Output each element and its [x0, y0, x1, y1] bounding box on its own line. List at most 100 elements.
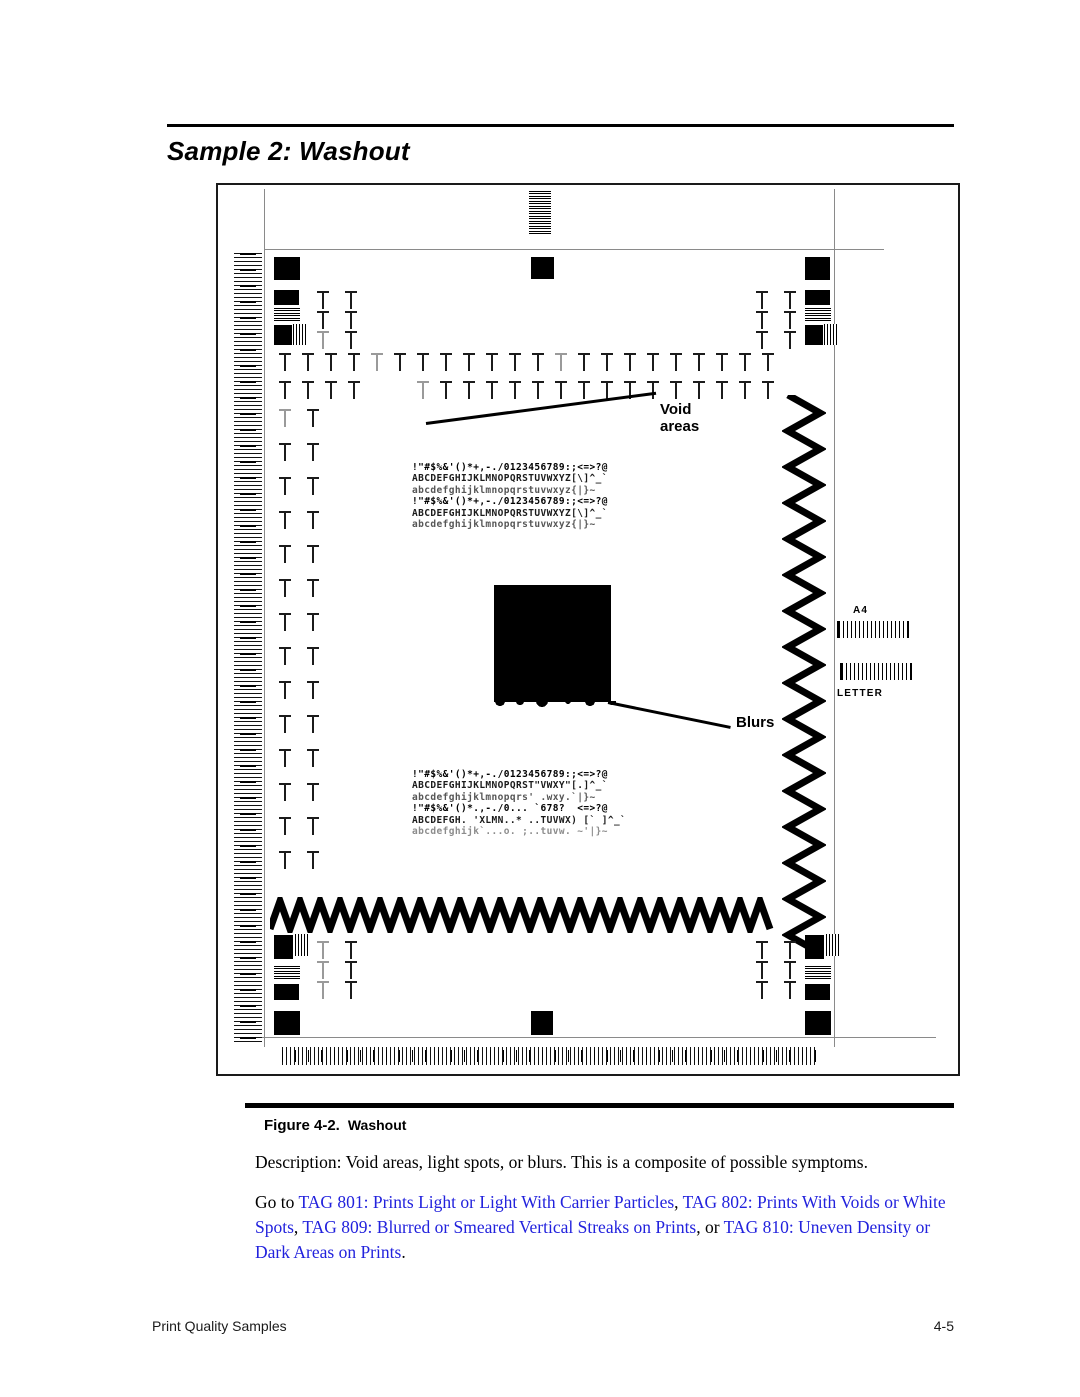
- tag-link-809[interactable]: TAG 809: Blurred or Smeared Vertical Str…: [302, 1217, 696, 1237]
- t-mark: [784, 981, 796, 999]
- t-mark: [307, 443, 319, 461]
- t-mark: [693, 381, 705, 399]
- t-mark: [784, 291, 796, 309]
- t-mark: [279, 409, 291, 427]
- blur-smear-edge: [494, 701, 619, 711]
- t-mark-column-pair: [279, 613, 335, 631]
- t-mark: [317, 961, 329, 979]
- t-mark: [417, 353, 429, 371]
- t-mark: [279, 851, 291, 869]
- t-mark: [756, 291, 768, 309]
- ascii-sample-block-2: !"#$%&'()*+,-./0123456789:;<=>?@ ABCDEFG…: [412, 757, 626, 849]
- footer-section-name: Print Quality Samples: [152, 1318, 287, 1334]
- t-mark: [647, 381, 659, 399]
- test-print-canvas: !"#$%&'()*+,-./0123456789:;<=>?@ ABCDEFG…: [218, 185, 958, 1074]
- t-mark: [345, 961, 357, 979]
- guide-line-bottom: [236, 1037, 936, 1038]
- t-mark: [486, 381, 498, 399]
- t-mark-column-pair: [279, 647, 335, 665]
- t-mark: [279, 477, 291, 495]
- t-mark: [624, 353, 636, 371]
- t-mark-column-pair: [279, 749, 335, 767]
- t-mark: [307, 511, 319, 529]
- t-mark-pair-tr: [756, 311, 812, 329]
- callout-blurs: Blurs: [736, 714, 775, 731]
- ascii-line: ABCDEFGHIJKLMNOPQRSTUVWXYZ[\]^_`: [412, 473, 608, 484]
- t-mark-pair-bl: [317, 981, 373, 999]
- page-title: Sample 2: Washout: [167, 136, 410, 166]
- document-page: Sample 2: Washout !"#$%&'()*+,-./0123456…: [0, 0, 1080, 1397]
- tag-link-801[interactable]: TAG 801: Prints Light or Light With Carr…: [298, 1192, 674, 1212]
- t-mark-pair-bl: [317, 961, 373, 979]
- t-mark: [345, 311, 357, 329]
- paper-scale-a4: [837, 621, 909, 638]
- t-mark: [317, 981, 329, 999]
- t-mark: [756, 331, 768, 349]
- t-mark-pair-tl: [317, 331, 373, 349]
- t-mark-pair-bl: [317, 941, 373, 959]
- registration-block-tl-2: [274, 290, 299, 305]
- t-mark-pair-br: [756, 941, 812, 959]
- header-divider: [167, 124, 954, 127]
- t-mark: [555, 381, 567, 399]
- ascii-line: !"#$%&'()*.,-./0... `678? <=>?@: [412, 803, 608, 814]
- t-mark: [509, 381, 521, 399]
- callout-void-areas: Void areas: [660, 401, 700, 435]
- registration-block-bottom-center: [531, 1011, 553, 1035]
- t-mark-row-1: [279, 353, 785, 371]
- t-mark: [279, 545, 291, 563]
- paper-size-label-letter: LETTER: [837, 688, 884, 699]
- t-mark: [307, 749, 319, 767]
- t-mark: [279, 613, 291, 631]
- goto-separator: .: [401, 1242, 406, 1262]
- t-mark: [307, 851, 319, 869]
- ascii-line: !"#$%&'()*+,-./0123456789:;<=>?@: [412, 496, 608, 507]
- t-mark-pair-br: [756, 981, 812, 999]
- t-mark: [394, 353, 406, 371]
- registration-block-bl-2: [274, 984, 299, 1000]
- t-mark: [756, 311, 768, 329]
- t-mark: [348, 381, 360, 399]
- t-mark: [578, 381, 590, 399]
- ascii-line: ABCDEFGHIJKLMNOPQRST"VWXY"[.]^_`: [412, 780, 608, 791]
- t-mark: [578, 353, 590, 371]
- figure-description: Description: Void areas, light spots, or…: [255, 1152, 868, 1172]
- t-mark-column-pair: [279, 681, 335, 699]
- goto-separator: ,: [674, 1192, 683, 1212]
- t-mark-column-pair: [279, 443, 335, 461]
- barcode-strip-br: [826, 934, 840, 956]
- t-mark: [601, 381, 613, 399]
- t-mark-pair-br: [756, 961, 812, 979]
- t-mark: [784, 331, 796, 349]
- t-mark-pair-tr: [756, 291, 812, 309]
- t-mark: [601, 353, 613, 371]
- t-mark: [345, 981, 357, 999]
- t-mark: [739, 353, 751, 371]
- figure-caption: Figure 4-2. Washout: [264, 1117, 406, 1134]
- figure-caption-number: Figure 4-2.: [264, 1117, 340, 1134]
- t-mark: [486, 353, 498, 371]
- barcode-block-bl: [274, 966, 300, 980]
- guide-line-left: [264, 189, 265, 1047]
- t-mark: [440, 353, 452, 371]
- t-mark: [647, 353, 659, 371]
- t-mark: [279, 783, 291, 801]
- t-mark: [532, 381, 544, 399]
- t-mark: [670, 353, 682, 371]
- t-mark: [307, 715, 319, 733]
- t-mark: [279, 579, 291, 597]
- t-mark-column-pair: [279, 783, 335, 801]
- t-mark: [440, 381, 452, 399]
- ascii-line: abcdefghijklmnopqrs' .wxy.`|}~: [412, 791, 596, 803]
- t-mark: [302, 353, 314, 371]
- t-mark: [345, 331, 357, 349]
- goto-separator: , or: [696, 1217, 724, 1237]
- t-mark: [317, 941, 329, 959]
- t-mark: [532, 353, 544, 371]
- t-mark: [279, 647, 291, 665]
- t-mark: [555, 353, 567, 371]
- t-mark: [279, 381, 291, 399]
- ascii-line: abcdefghijklmnopqrstuvwxyz{|}~: [412, 519, 596, 530]
- t-mark: [693, 353, 705, 371]
- t-mark: [345, 941, 357, 959]
